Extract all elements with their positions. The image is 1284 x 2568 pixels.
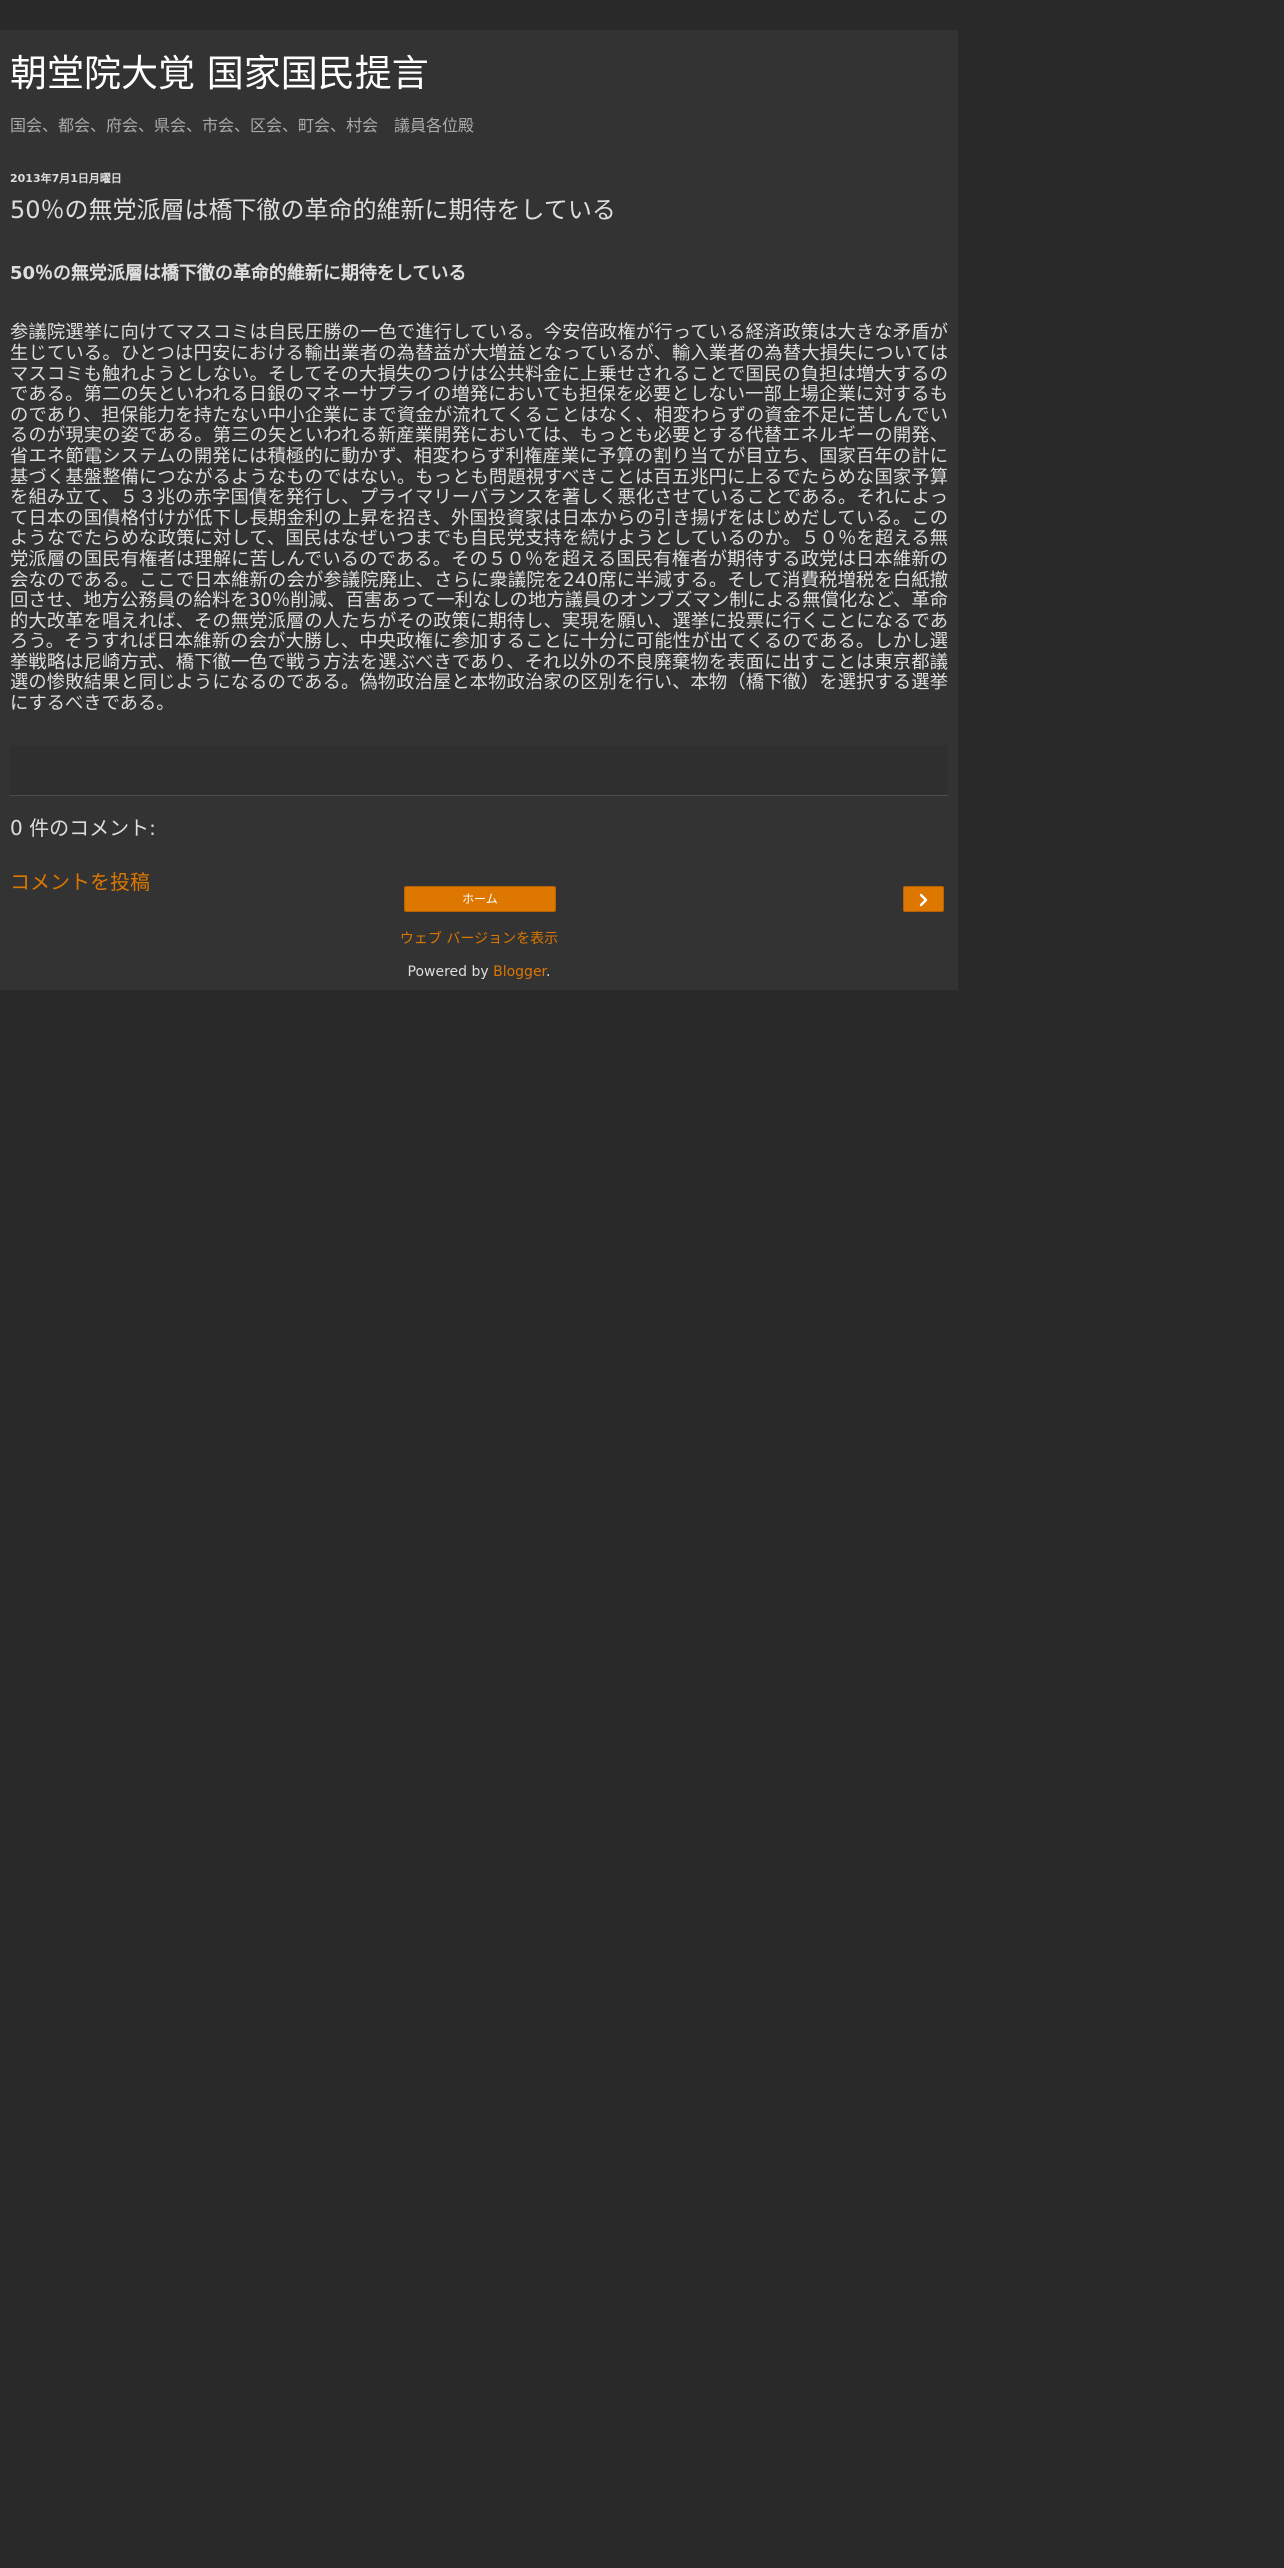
blogger-link[interactable]: Blogger	[493, 964, 546, 980]
web-version-link[interactable]: ウェブ バージョンを表示	[0, 928, 958, 948]
chevron-right-icon	[919, 893, 928, 907]
post-subtitle: 50％の無党派層は橋下徹の革命的維新に期待をしている	[10, 263, 467, 285]
powered-by: Powered by Blogger.	[0, 964, 958, 980]
content-area: 朝堂院大覚 国家国民提言 国会、都会、府会、県会、市会、区会、町会、村会 議員各…	[0, 30, 958, 990]
post: 2013年7月1日月曜日 50％の無党派層は橋下徹の革命的維新に期待をしている …	[0, 170, 958, 894]
next-post-button[interactable]	[903, 886, 944, 912]
post-title: 50％の無党派層は橋下徹の革命的維新に期待をしている	[10, 196, 616, 225]
post-date: 2013年7月1日月曜日	[10, 172, 122, 186]
post-footer	[10, 744, 948, 796]
comments-title: 0 件のコメント:	[10, 815, 156, 840]
powered-by-suffix: .	[546, 964, 551, 980]
blog-header: 朝堂院大覚 国家国民提言 国会、都会、府会、県会、市会、区会、町会、村会 議員各…	[0, 30, 958, 136]
home-button[interactable]: ホーム	[404, 886, 556, 912]
powered-by-prefix: Powered by	[407, 964, 494, 980]
blog-title[interactable]: 朝堂院大覚 国家国民提言	[10, 52, 948, 96]
post-body: 参議院選挙に向けてマスコミは自民圧勝の一色で進行している。今安倍政権が行っている…	[10, 322, 948, 715]
blog-pager: ホーム	[0, 886, 958, 912]
blog-description: 国会、都会、府会、県会、市会、区会、町会、村会 議員各位殿	[10, 116, 475, 136]
